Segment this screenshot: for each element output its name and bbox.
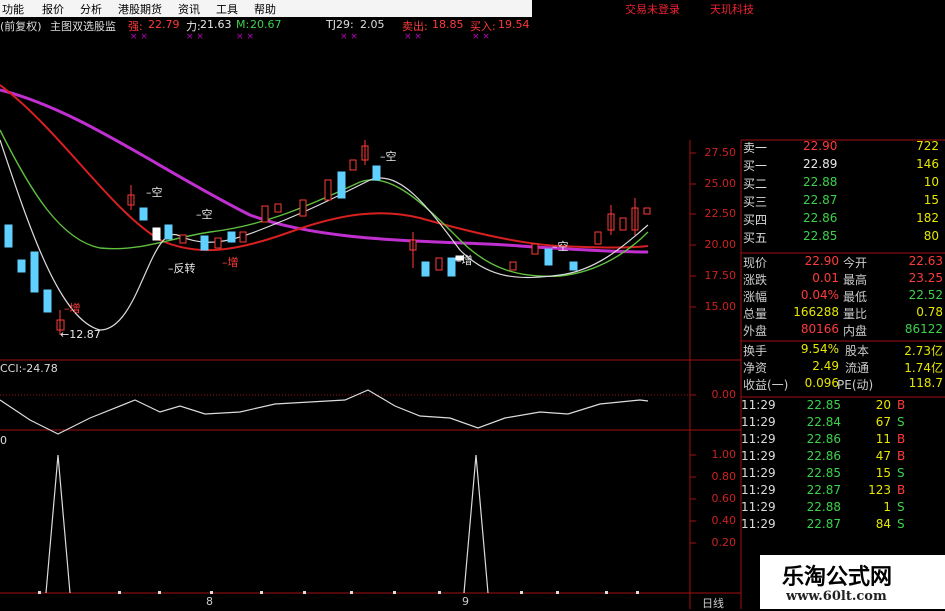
candle [152,227,161,241]
candle [261,205,269,223]
annotation-fanzhuan: –反转 [168,262,196,275]
candle [643,207,651,215]
candle [239,231,247,243]
tick-row: 11:29 22.86 47 B [741,449,906,463]
y-tick-label: 25.00 [704,177,737,190]
watermark-name: 乐淘公式网 [782,564,893,590]
order-book-row: 买二 22.88 10 [743,175,939,191]
candle [509,261,517,271]
candle [43,289,52,313]
tick-row: 11:29 22.88 1 S [741,500,905,514]
tick-row: 11:29 22.87 123 B [741,483,906,497]
annotation-zeng: –增 [222,256,239,269]
annotation-zeng: –增 [64,302,81,315]
tick-row: 11:29 22.85 20 B [741,398,906,412]
fundamentals-row: 净资 2.49 流通 1.74亿 [743,359,943,375]
candle [544,248,553,266]
signal-spike-1 [45,454,71,594]
fundamentals-row: 收益(一) 0.096 PE(动) 118.7 [743,376,943,392]
tick-row: 11:29 22.86 11 B [741,432,906,446]
cci-line [0,389,649,435]
order-book-row: 卖一 22.90 722 [743,139,939,155]
candle [164,224,173,240]
y-tick-label: 27.50 [704,146,737,159]
y-tick-label: 15.00 [704,300,737,313]
candle [299,199,307,217]
candle [227,231,236,243]
cci-y-tick: 0.00 [711,388,737,401]
candle [594,231,602,245]
candle [372,165,381,181]
y-tick-label: 22.50 [704,207,737,220]
candle [179,234,187,244]
time-axis-mark: 9 [462,595,469,608]
tick-row: 11:29 22.84 67 S [741,415,905,429]
annotation-kong: –空 [380,150,397,163]
candle [619,217,627,231]
candle [349,159,357,171]
annotation-kong: –空 [552,240,569,253]
cci-label: CCI:-24.78 [0,362,58,375]
signal-y-tick: 0.60 [711,492,737,505]
candle [200,235,209,251]
candle [421,261,430,277]
signal-spike-2 [463,454,489,594]
candle [569,261,578,271]
signal-y-tick: 0.40 [711,514,737,527]
candle [337,171,346,199]
candle [139,207,148,221]
signal-y-tick: 1.00 [711,448,737,461]
tick-row: 11:29 22.87 84 S [741,517,905,531]
annotation-kong: –空 [146,186,163,199]
order-book-row: 买一 22.89 146 [743,157,939,173]
annotation-kong: –空 [196,208,213,221]
time-axis-mark: 8 [206,595,213,608]
signal-label: 0 [0,434,7,447]
candle [30,251,39,293]
candle [435,257,443,271]
candle [4,224,13,248]
signal-y-tick: 0.20 [711,536,737,549]
annotation-low: ←12.87 [60,328,101,341]
fundamentals-row: 换手 9.54% 股本 2.73亿 [743,342,943,358]
watermark-url: www.60lt.com [786,589,887,604]
ma-white-line [0,139,649,331]
candle [274,203,282,213]
signal-y-tick: 0.80 [711,470,737,483]
candle [447,257,456,277]
stats-row: 现价 22.90 今开 22.63 [743,254,943,270]
order-book-row: 买三 22.87 15 [743,193,939,209]
candle [214,237,222,249]
order-book-row: 买五 22.85 80 [743,229,939,245]
ma-purple-line [0,88,649,254]
watermark-logo: 乐淘公式网 www.60lt.com [760,555,945,609]
ma-red-line [0,84,649,252]
candle [324,179,332,201]
candle [531,243,539,255]
stats-row: 外盘 80166 内盘 86122 [743,322,943,338]
y-tick-label: 17.50 [704,269,737,282]
annotation-zeng: –增 [456,254,473,267]
stats-row: 总量 166288 量比 0.78 [743,305,943,321]
order-book-row: 买四 22.86 182 [743,211,939,227]
candle [17,259,26,273]
tick-row: 11:29 22.85 15 S [741,466,905,480]
stats-row: 涨幅 0.04% 最低 22.52 [743,288,943,304]
stats-row: 涨跌 0.01 最高 23.25 [743,271,943,287]
y-tick-label: 20.00 [704,238,737,251]
